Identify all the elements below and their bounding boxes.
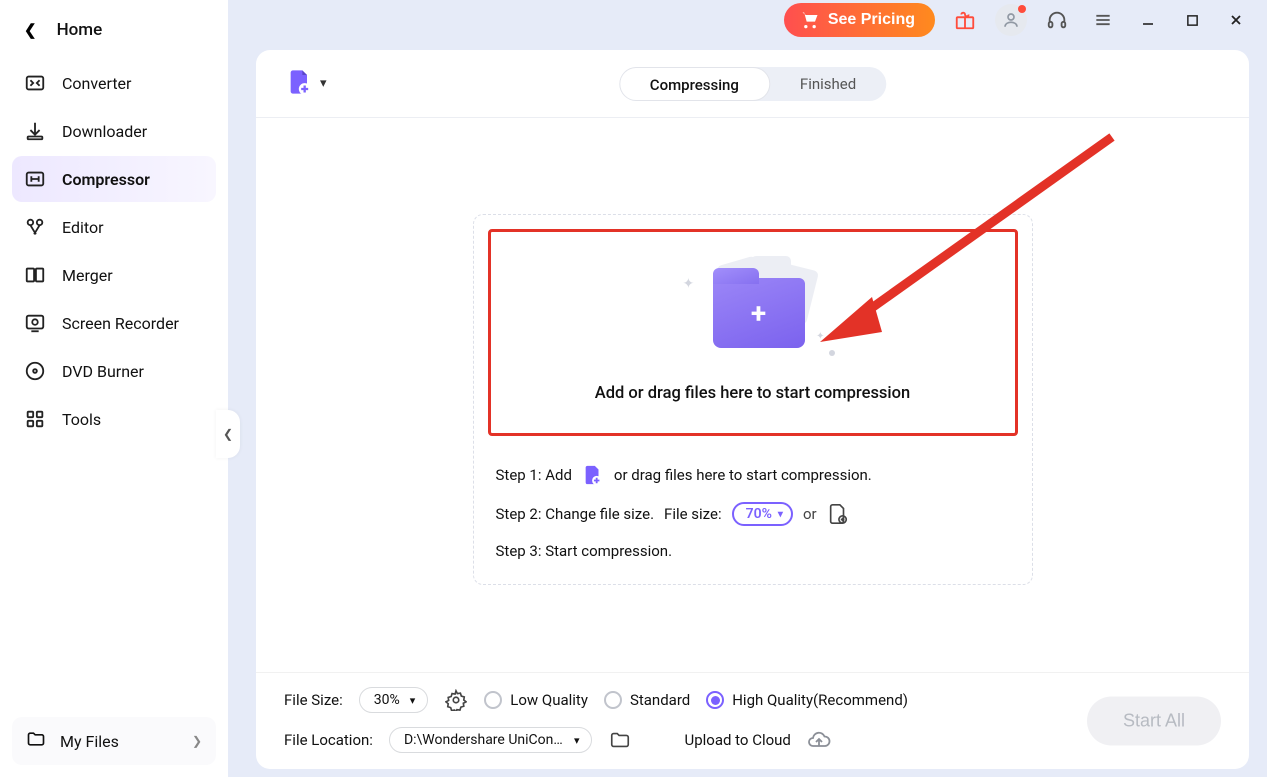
- titlebar: See Pricing: [228, 0, 1267, 40]
- tab-finished[interactable]: Finished: [770, 67, 886, 101]
- sidebar-item-label: Editor: [62, 218, 103, 237]
- step-2-or: or: [803, 505, 817, 523]
- content-area: ▾ Compressing Finished ✦ ✦ +: [256, 50, 1249, 769]
- step-1: Step 1: Add or drag files here to start …: [496, 464, 1010, 486]
- sidebar-item-converter[interactable]: Converter: [12, 60, 216, 106]
- chevron-down-icon: ▾: [410, 694, 416, 707]
- home-label: Home: [57, 20, 103, 40]
- step-2-b: File size:: [664, 505, 722, 523]
- add-folder-icon: ✦ ✦ +: [673, 256, 833, 360]
- sidebar-item-label: DVD Burner: [62, 362, 144, 381]
- step-2-a: Step 2: Change file size.: [496, 505, 655, 523]
- sidebar-item-label: Screen Recorder: [62, 314, 179, 333]
- chevron-right-icon: ❯: [192, 734, 202, 748]
- start-all-button[interactable]: Start All: [1087, 697, 1221, 746]
- sidebar-item-label: Downloader: [62, 122, 147, 141]
- drop-card: ✦ ✦ + Add or drag files here to start co…: [473, 214, 1033, 585]
- step-1-post: or drag files here to start compression.: [614, 466, 872, 484]
- file-size-select-step[interactable]: 70% ▾: [732, 502, 793, 526]
- my-files-label: My Files: [60, 732, 119, 751]
- window-close-button[interactable]: [1221, 5, 1251, 35]
- drop-zone[interactable]: ✦ ✦ + Add or drag files here to start co…: [488, 229, 1018, 436]
- see-pricing-label: See Pricing: [828, 11, 915, 29]
- file-location-select[interactable]: D:\Wondershare UniConverter 1 ▾: [389, 727, 593, 753]
- step-2: Step 2: Change file size. File size: 70%…: [496, 502, 1010, 526]
- file-size-value: 30%: [374, 692, 400, 708]
- folder-icon: [26, 729, 46, 753]
- upload-cloud-label: Upload to Cloud: [684, 731, 790, 749]
- quality-high-label: High Quality(Recommend): [732, 691, 908, 709]
- my-files-button[interactable]: My Files ❯: [12, 717, 216, 765]
- drop-text: Add or drag files here to start compress…: [595, 384, 910, 403]
- quality-low-label: Low Quality: [510, 691, 588, 709]
- sidebar-item-label: Tools: [62, 410, 101, 429]
- bottom-bar: File Size: 30% ▾ Low Quality Standard Hi…: [256, 672, 1249, 769]
- editor-icon: [24, 216, 46, 238]
- quality-standard-radio[interactable]: Standard: [604, 691, 690, 709]
- hamburger-menu-icon[interactable]: [1087, 4, 1119, 36]
- add-file-icon: [582, 464, 604, 486]
- file-location-value: D:\Wondershare UniConverter 1: [404, 732, 564, 748]
- tools-icon: [24, 408, 46, 430]
- chevron-down-icon: ▾: [320, 76, 327, 91]
- sidebar-nav: Converter Downloader Compressor Editor M…: [0, 60, 228, 442]
- cart-icon: [800, 10, 820, 30]
- sidebar-item-merger[interactable]: Merger: [12, 252, 216, 298]
- sidebar-item-label: Converter: [62, 74, 131, 93]
- quality-low-radio[interactable]: Low Quality: [484, 691, 588, 709]
- dvd-icon: [24, 360, 46, 382]
- chevron-left-icon: ❮: [223, 427, 233, 441]
- download-icon: [24, 120, 46, 142]
- window-maximize-button[interactable]: [1177, 5, 1207, 35]
- file-location-label: File Location:: [284, 731, 373, 749]
- radio-icon: [604, 691, 622, 709]
- sidebar-item-screen-recorder[interactable]: Screen Recorder: [12, 300, 216, 346]
- chevron-left-icon: ❮: [24, 21, 37, 39]
- sidebar-collapse-button[interactable]: ❮: [216, 410, 240, 458]
- merger-icon: [24, 264, 46, 286]
- steps-list: Step 1: Add or drag files here to start …: [474, 450, 1032, 584]
- converter-icon: [24, 72, 46, 94]
- step-3: Step 3: Start compression.: [496, 542, 1010, 560]
- open-folder-button[interactable]: [608, 728, 632, 752]
- sidebar-item-dvd-burner[interactable]: DVD Burner: [12, 348, 216, 394]
- window-minimize-button[interactable]: [1133, 5, 1163, 35]
- sidebar-item-compressor[interactable]: Compressor: [12, 156, 216, 202]
- tabs: Compressing Finished: [619, 67, 886, 101]
- radio-icon: [706, 691, 724, 709]
- chevron-down-icon: ▾: [778, 509, 783, 520]
- add-file-icon: [286, 68, 314, 100]
- file-size-select[interactable]: 30% ▾: [359, 687, 429, 713]
- sidebar-item-tools[interactable]: Tools: [12, 396, 216, 442]
- file-size-label: File Size:: [284, 691, 343, 709]
- support-icon[interactable]: [1041, 4, 1073, 36]
- chevron-down-icon: ▾: [574, 734, 580, 747]
- quality-high-radio[interactable]: High Quality(Recommend): [706, 691, 908, 709]
- sidebar-item-editor[interactable]: Editor: [12, 204, 216, 250]
- sidebar: ❮ Home Converter Downloader Compressor: [0, 0, 228, 777]
- compressor-icon: [24, 168, 46, 190]
- screen-recorder-icon: [24, 312, 46, 334]
- quality-standard-label: Standard: [630, 691, 690, 709]
- radio-icon: [484, 691, 502, 709]
- upload-cloud-button[interactable]: [807, 728, 831, 752]
- file-location-row: File Location: D:\Wondershare UniConvert…: [284, 727, 1221, 753]
- gift-icon[interactable]: [949, 4, 981, 36]
- user-avatar-icon[interactable]: [995, 4, 1027, 36]
- advanced-settings-button[interactable]: [444, 688, 468, 712]
- add-file-dropdown[interactable]: ▾: [286, 68, 327, 100]
- step-1-pre: Step 1: Add: [496, 466, 572, 484]
- main-area: ✦ ✦ + Add or drag files here to start co…: [256, 118, 1249, 672]
- see-pricing-button[interactable]: See Pricing: [784, 3, 935, 37]
- home-button[interactable]: ❮ Home: [0, 0, 228, 60]
- sidebar-item-label: Compressor: [62, 170, 150, 189]
- tab-compressing[interactable]: Compressing: [619, 67, 770, 101]
- file-size-value: 70%: [746, 506, 772, 522]
- file-size-row: File Size: 30% ▾ Low Quality Standard Hi…: [284, 687, 1221, 713]
- content-header: ▾ Compressing Finished: [256, 50, 1249, 118]
- sidebar-item-downloader[interactable]: Downloader: [12, 108, 216, 154]
- compress-settings-icon[interactable]: [827, 503, 849, 525]
- sidebar-item-label: Merger: [62, 266, 113, 285]
- step-3-text: Step 3: Start compression.: [496, 542, 673, 560]
